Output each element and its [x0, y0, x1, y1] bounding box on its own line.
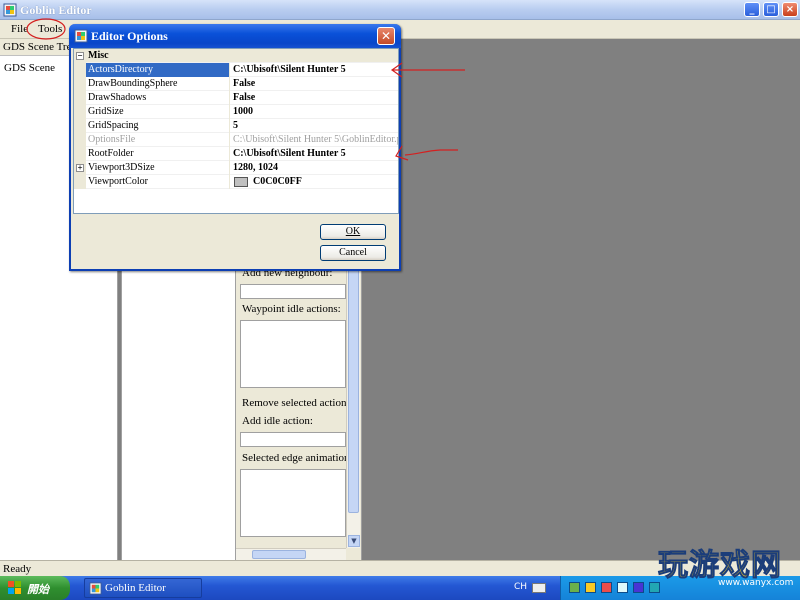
windows-flag-icon	[8, 581, 21, 594]
waypoint-idle-actions-list[interactable]	[240, 320, 346, 388]
property-row[interactable]: DrawBoundingSphere False	[74, 77, 398, 91]
color-value-text: C0C0C0FF	[253, 176, 302, 187]
property-value[interactable]: 1280, 1024	[231, 161, 398, 175]
security-icon[interactable]	[585, 582, 596, 593]
collapse-icon[interactable]: −	[76, 52, 84, 60]
language-indicator[interactable]: CH	[514, 582, 527, 592]
status-text: Ready	[3, 563, 32, 575]
start-button[interactable]: 開始	[0, 576, 70, 600]
menu-file[interactable]: File	[11, 23, 28, 35]
property-value[interactable]: C:\Ubisoft\Silent Hunter 5	[231, 63, 398, 77]
close-icon: ✕	[380, 29, 392, 43]
property-name: ActorsDirectory	[86, 63, 230, 77]
property-row[interactable]: GridSize 1000	[74, 105, 398, 119]
property-name: ViewportColor	[86, 175, 230, 189]
ok-button[interactable]: OK	[320, 224, 386, 240]
horizontal-scroll-thumb[interactable]	[252, 550, 306, 559]
network-icon[interactable]	[569, 582, 580, 593]
add-idle-action-label: Add idle action:	[242, 415, 313, 427]
maximize-button[interactable]: □	[763, 2, 779, 17]
property-value[interactable]: C0C0C0FF	[231, 175, 398, 189]
property-name: OptionsFile	[86, 133, 230, 147]
dialog-title: Editor Options	[91, 29, 168, 43]
property-value: C:\Ubisoft\Silent Hunter 5\GoblinEditor.…	[233, 134, 398, 145]
scroll-down-icon[interactable]: ▼	[348, 535, 360, 547]
property-row[interactable]: DrawShadows False	[74, 91, 398, 105]
tray-app-icon[interactable]	[633, 582, 644, 593]
color-swatch	[234, 177, 248, 187]
property-value[interactable]: 5	[231, 119, 398, 133]
window-title: Goblin Editor	[20, 3, 92, 17]
property-value[interactable]: False	[231, 91, 398, 105]
category-misc[interactable]: − Misc	[74, 49, 398, 63]
property-row[interactable]: + Viewport3DSize 1280, 1024	[74, 161, 398, 175]
ok-label: OK	[345, 226, 361, 237]
cancel-label: Cancel	[339, 247, 367, 258]
minimize-button[interactable]: _	[744, 2, 760, 17]
property-row[interactable]: ViewportColor C0C0C0FF	[74, 175, 398, 189]
close-button[interactable]: ×	[782, 2, 798, 17]
property-value[interactable]: 1000	[231, 105, 398, 119]
horizontal-scrollbar[interactable]	[236, 548, 346, 560]
tray-app-icon[interactable]	[601, 582, 612, 593]
app-icon	[89, 582, 102, 595]
property-grid: − Misc ActorsDirectory C:\Ubisoft\Silent…	[73, 48, 399, 214]
property-name: Viewport3DSize	[86, 161, 230, 175]
remove-selected-action-label: Remove selected action:	[242, 397, 350, 409]
property-name: RootFolder	[86, 147, 230, 161]
property-row[interactable]: ActorsDirectory C:\Ubisoft\Silent Hunter…	[74, 63, 398, 77]
cancel-button[interactable]: Cancel	[320, 245, 386, 261]
category-label: Misc	[88, 50, 109, 61]
expand-icon[interactable]: +	[76, 164, 84, 172]
main-titlebar: Goblin Editor _ □ ×	[0, 0, 800, 20]
taskbar-goblin-editor[interactable]: Goblin Editor	[84, 578, 202, 598]
volume-icon[interactable]	[617, 582, 628, 593]
property-row: OptionsFile C:\Ubisoft\Silent Hunter 5\G…	[74, 133, 398, 147]
site-watermark: 玩游戏网 www.wanyx.com	[658, 540, 794, 589]
keyboard-icon[interactable]	[532, 583, 546, 593]
add-neighbour-input[interactable]	[240, 284, 346, 299]
property-value[interactable]: False	[231, 77, 398, 91]
waypoint-idle-actions-label: Waypoint idle actions:	[242, 303, 341, 315]
dialog-icon	[74, 29, 88, 43]
menu-tools[interactable]: Tools	[38, 23, 62, 35]
property-value[interactable]: C:\Ubisoft\Silent Hunter 5	[231, 147, 398, 161]
property-name: GridSpacing	[86, 119, 230, 133]
start-label: 開始	[27, 583, 49, 596]
dialog-close-button[interactable]: ✕	[377, 27, 395, 45]
editor-options-dialog: Editor Options ✕ − Misc ActorsDirectory …	[69, 24, 401, 271]
taskbar-button-label: Goblin Editor	[105, 582, 166, 594]
selected-edge-animations-list[interactable]	[240, 469, 346, 537]
property-name: DrawShadows	[86, 91, 230, 105]
property-row[interactable]: GridSpacing 5	[74, 119, 398, 133]
dialog-titlebar: Editor Options ✕	[69, 24, 401, 48]
app-icon	[3, 3, 17, 17]
property-name: GridSize	[86, 105, 230, 119]
add-idle-action-input[interactable]	[240, 432, 346, 447]
selected-edge-animations-label: Selected edge animations:	[242, 452, 357, 464]
property-name: DrawBoundingSphere	[86, 77, 230, 91]
watermark-url: www.wanyx.com	[718, 578, 794, 588]
property-row[interactable]: RootFolder C:\Ubisoft\Silent Hunter 5	[74, 147, 398, 161]
